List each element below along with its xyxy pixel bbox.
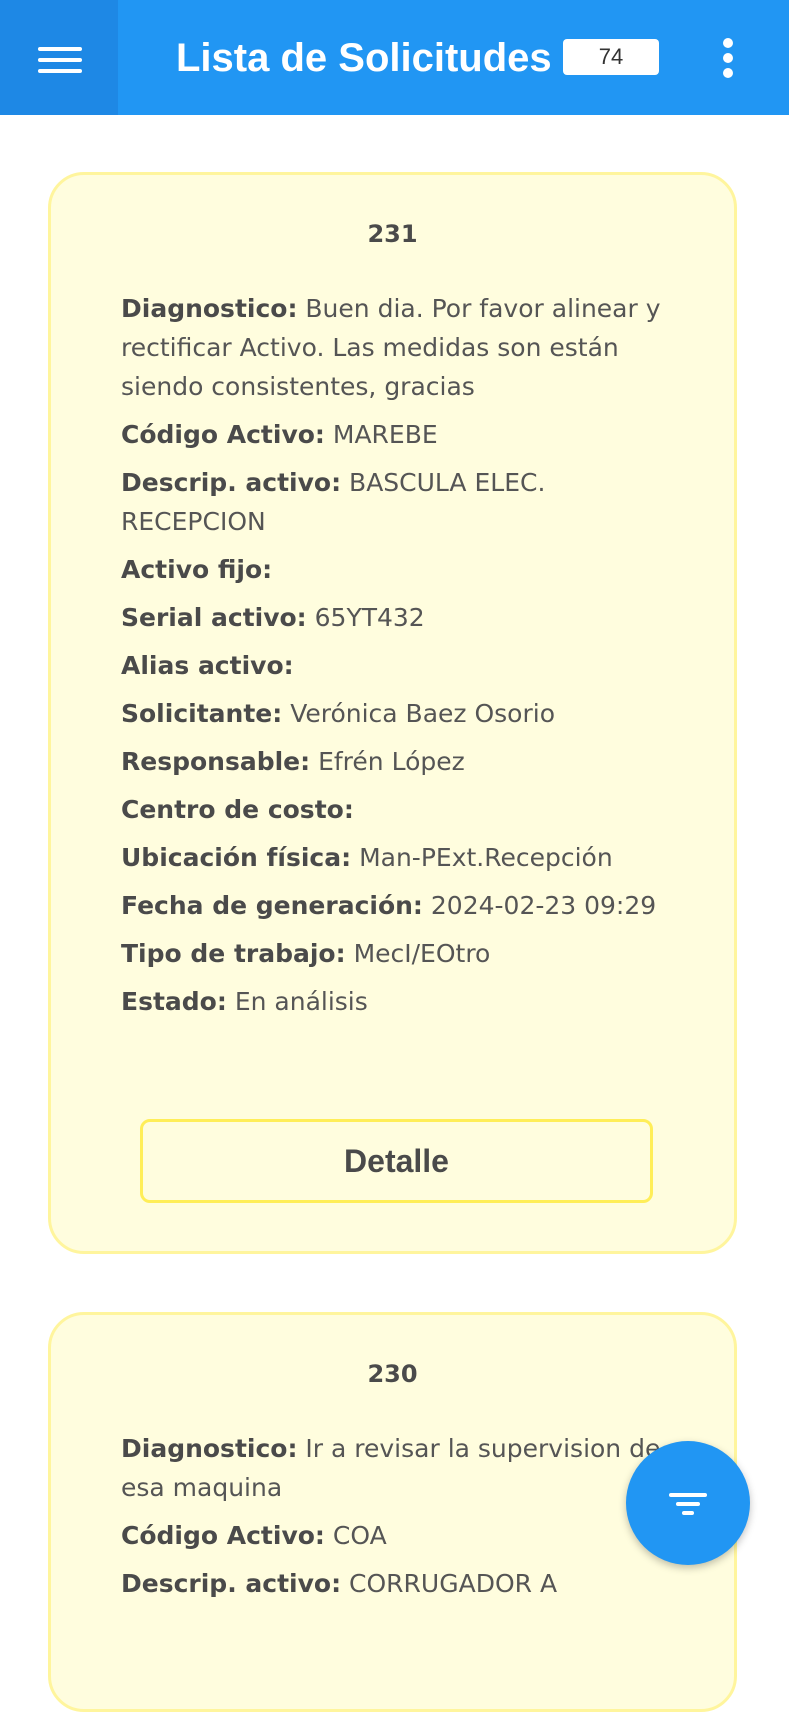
field-responsable: Responsable: Efrén López bbox=[121, 742, 681, 781]
field-label: Descrip. activo: bbox=[121, 1569, 342, 1598]
field-label: Código Activo: bbox=[121, 420, 325, 449]
field-label: Activo fijo: bbox=[121, 555, 273, 584]
field-value: 2024-02-23 09:29 bbox=[430, 891, 657, 920]
field-label: Responsable: bbox=[121, 747, 311, 776]
field-label: Estado: bbox=[121, 987, 227, 1016]
field-label: Serial activo: bbox=[121, 603, 307, 632]
field-ubicacion-fisica: Ubicación física: Man-PExt.Recepción bbox=[121, 838, 681, 877]
field-centro-de-costo: Centro de costo: bbox=[121, 790, 681, 829]
field-value: Efrén López bbox=[318, 747, 465, 776]
request-fields: Diagnostico: Ir a revisar la supervision… bbox=[121, 1429, 681, 1612]
field-alias-activo: Alias activo: bbox=[121, 646, 681, 685]
field-value: Verónica Baez Osorio bbox=[290, 699, 555, 728]
detail-button[interactable]: Detalle bbox=[140, 1119, 653, 1203]
field-codigo-activo: Código Activo: COA bbox=[121, 1516, 681, 1555]
request-id: 231 bbox=[367, 220, 418, 248]
filter-button[interactable] bbox=[626, 1441, 750, 1565]
field-tipo-de-trabajo: Tipo de trabajo: MecI/EOtro bbox=[121, 934, 681, 973]
field-label: Alias activo: bbox=[121, 651, 294, 680]
field-activo-fijo: Activo fijo: bbox=[121, 550, 681, 589]
page-title: Lista de Solicitudes bbox=[176, 36, 552, 80]
field-label: Código Activo: bbox=[121, 1521, 325, 1550]
request-count-badge: 74 bbox=[563, 39, 659, 75]
field-estado: Estado: En análisis bbox=[121, 982, 681, 1021]
request-fields: Diagnostico: Buen dia. Por favor alinear… bbox=[121, 289, 681, 1030]
field-label: Centro de costo: bbox=[121, 795, 354, 824]
field-value: Man-PExt.Recepción bbox=[359, 843, 613, 872]
field-diagnostico: Diagnostico: Ir a revisar la supervision… bbox=[121, 1429, 681, 1507]
field-label: Descrip. activo: bbox=[121, 468, 342, 497]
field-codigo-activo: Código Activo: MAREBE bbox=[121, 415, 681, 454]
app-bar: Lista de Solicitudes 74 bbox=[0, 0, 789, 115]
field-label: Solicitante: bbox=[121, 699, 283, 728]
field-label: Diagnostico: bbox=[121, 1434, 298, 1463]
field-value: En análisis bbox=[234, 987, 368, 1016]
field-value: COA bbox=[332, 1521, 387, 1550]
field-descrip-activo: Descrip. activo: CORRUGADOR A bbox=[121, 1564, 681, 1603]
field-diagnostico: Diagnostico: Buen dia. Por favor alinear… bbox=[121, 289, 681, 406]
request-id: 230 bbox=[367, 1360, 418, 1388]
field-label: Tipo de trabajo: bbox=[121, 939, 346, 968]
request-card: 231 Diagnostico: Buen dia. Por favor ali… bbox=[48, 172, 737, 1254]
field-label: Diagnostico: bbox=[121, 294, 298, 323]
field-serial-activo: Serial activo: 65YT432 bbox=[121, 598, 681, 637]
more-options-button[interactable] bbox=[714, 34, 744, 82]
field-descrip-activo: Descrip. activo: BASCULA ELEC. RECEPCION bbox=[121, 463, 681, 541]
field-value: MAREBE bbox=[332, 420, 438, 449]
field-value: 65YT432 bbox=[314, 603, 425, 632]
field-solicitante: Solicitante: Verónica Baez Osorio bbox=[121, 694, 681, 733]
field-label: Fecha de generación: bbox=[121, 891, 423, 920]
field-value: CORRUGADOR A bbox=[349, 1569, 558, 1598]
field-fecha-de-generacion: Fecha de generación: 2024-02-23 09:29 bbox=[121, 886, 681, 925]
menu-button[interactable] bbox=[0, 0, 118, 115]
field-value: MecI/EOtro bbox=[353, 939, 491, 968]
field-label: Ubicación física: bbox=[121, 843, 352, 872]
